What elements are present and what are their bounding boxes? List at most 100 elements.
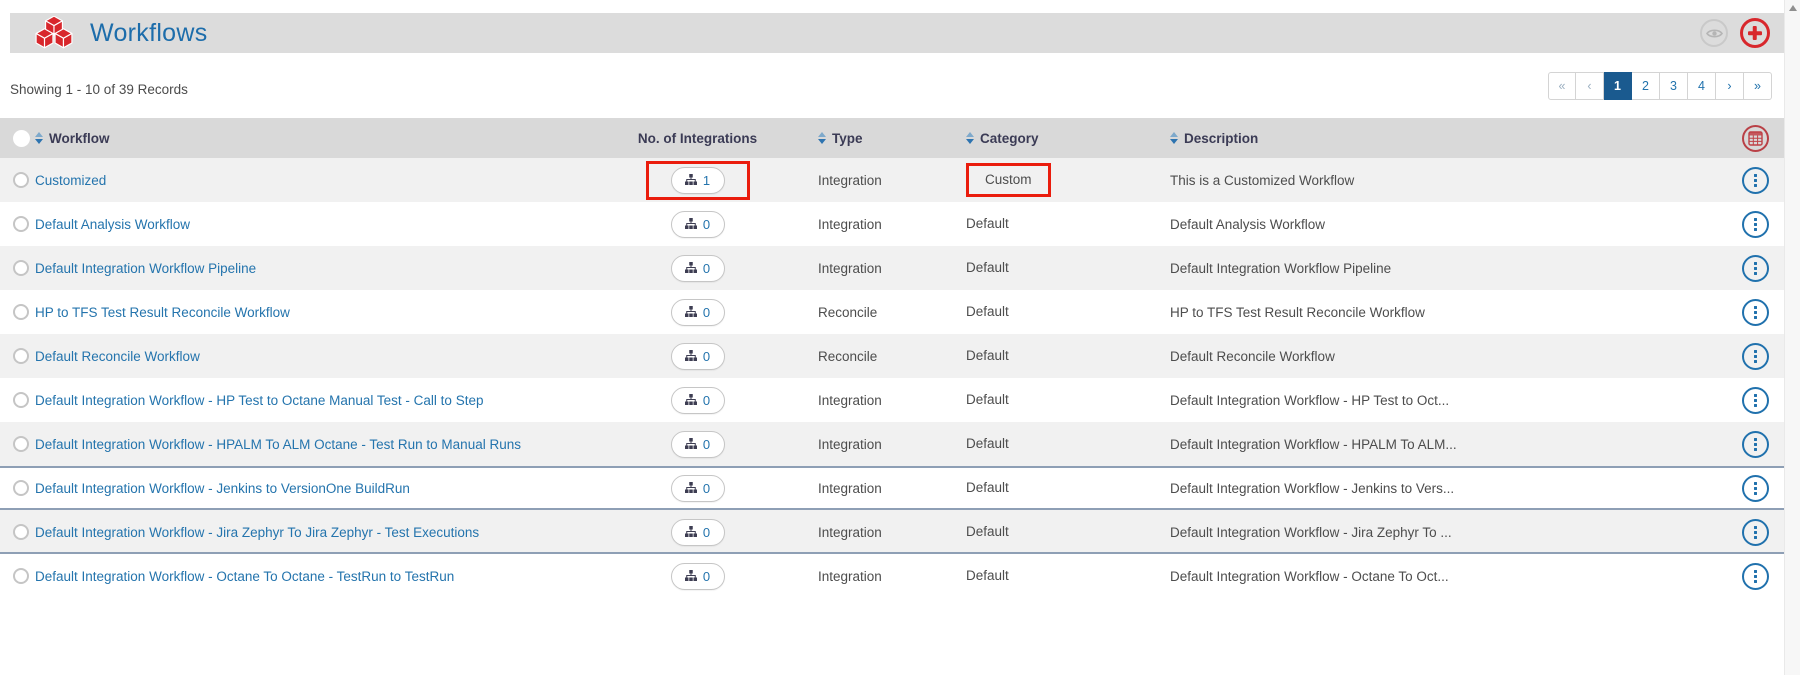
row-actions-kebab-icon[interactable]: [1742, 475, 1769, 502]
pagination-button[interactable]: ‹: [1576, 72, 1604, 100]
workflow-link[interactable]: Default Integration Workflow - HPALM To …: [35, 437, 521, 452]
row-actions-kebab-icon[interactable]: [1742, 255, 1769, 282]
table-row[interactable]: Default Integration Workflow - HP Test t…: [0, 378, 1784, 422]
workflow-link[interactable]: Customized: [35, 173, 106, 188]
column-chooser-icon[interactable]: [1742, 125, 1769, 152]
pagination-button[interactable]: »: [1744, 72, 1772, 100]
row-select-radio[interactable]: [13, 568, 29, 584]
workflows-table: Workflow No. of Integrations Type Catego…: [0, 118, 1784, 598]
integrations-count-badge[interactable]: 0: [671, 343, 725, 370]
table-row[interactable]: Default Reconcile Workflow 0 Reconcile: [0, 334, 1784, 378]
vertical-scrollbar[interactable]: [1784, 0, 1800, 675]
pagination-button[interactable]: ›: [1716, 72, 1744, 100]
sort-icon: [818, 132, 826, 144]
category-value: Default: [966, 216, 1009, 231]
category-value: Default: [966, 392, 1009, 407]
pagination-button[interactable]: 1: [1604, 72, 1632, 100]
column-header-description[interactable]: Description: [1120, 131, 1726, 146]
table-row[interactable]: Default Integration Workflow - Octane To…: [0, 554, 1784, 598]
workflow-link[interactable]: Default Integration Workflow - Jira Zeph…: [35, 525, 479, 540]
integrations-count-badge[interactable]: 0: [671, 431, 725, 458]
type-value: Integration: [818, 393, 882, 408]
table-header-row: Workflow No. of Integrations Type Catego…: [0, 118, 1784, 158]
category-value: Default: [966, 480, 1009, 495]
workflow-link[interactable]: Default Integration Workflow - Octane To…: [35, 569, 454, 584]
workflows-page: Workflows Showing 1 - 10 of 39 Records «…: [0, 0, 1800, 675]
integrations-highlight-box: 0: [671, 211, 725, 238]
integrations-count-badge[interactable]: 1: [671, 167, 725, 194]
description-value: Default Analysis Workflow: [1170, 217, 1325, 232]
row-select-radio[interactable]: [13, 480, 29, 496]
row-actions-kebab-icon[interactable]: [1742, 167, 1769, 194]
row-select-radio[interactable]: [13, 216, 29, 232]
integrations-count-badge[interactable]: 0: [671, 475, 725, 502]
description-value: Default Integration Workflow - Jenkins t…: [1170, 481, 1454, 496]
table-row[interactable]: Customized 1 Integration: [0, 158, 1784, 202]
row-select-radio[interactable]: [13, 260, 29, 276]
row-actions-kebab-icon[interactable]: [1742, 343, 1769, 370]
integrations-count-badge[interactable]: 0: [671, 299, 725, 326]
row-actions-kebab-icon[interactable]: [1742, 431, 1769, 458]
row-select-radio[interactable]: [13, 172, 29, 188]
category-highlight-box: Default: [966, 215, 1009, 233]
integrations-count-badge[interactable]: 0: [671, 387, 725, 414]
table-row[interactable]: HP to TFS Test Result Reconcile Workflow…: [0, 290, 1784, 334]
row-actions-kebab-icon[interactable]: [1742, 211, 1769, 238]
integrations-count-badge[interactable]: 0: [671, 563, 725, 590]
workflow-link[interactable]: Default Integration Workflow - HP Test t…: [35, 393, 483, 408]
description-value: Default Reconcile Workflow: [1170, 349, 1335, 364]
workflow-link[interactable]: Default Integration Workflow - Jenkins t…: [35, 481, 410, 496]
type-value: Integration: [818, 437, 882, 452]
workflow-link[interactable]: Default Reconcile Workflow: [35, 349, 200, 364]
table-row[interactable]: Default Integration Workflow Pipeline 0 …: [0, 246, 1784, 290]
sort-icon: [1170, 132, 1178, 144]
table-row[interactable]: Default Analysis Workflow 0 Integration: [0, 202, 1784, 246]
table-row[interactable]: Default Integration Workflow - HPALM To …: [0, 422, 1784, 466]
add-workflow-button[interactable]: [1740, 18, 1770, 48]
category-highlight-box: Default: [966, 567, 1009, 585]
column-header-type[interactable]: Type: [770, 131, 930, 146]
pagination-button[interactable]: 3: [1660, 72, 1688, 100]
integrations-highlight-box: 0: [671, 387, 725, 414]
column-header-category[interactable]: Category: [930, 131, 1120, 146]
integrations-count-badge[interactable]: 0: [671, 255, 725, 282]
row-actions-kebab-icon[interactable]: [1742, 519, 1769, 546]
table-row[interactable]: Default Integration Workflow - Jenkins t…: [0, 466, 1784, 510]
page-header: Workflows: [10, 13, 1784, 53]
description-value: Default Integration Workflow - HPALM To …: [1170, 437, 1457, 452]
integrations-count-badge[interactable]: 0: [671, 211, 725, 238]
page-title: Workflows: [90, 19, 208, 48]
integrations-highlight-box: 0: [671, 519, 725, 546]
sitemap-icon: [685, 350, 697, 362]
category-highlight-box: Custom: [966, 163, 1051, 197]
row-actions-kebab-icon[interactable]: [1742, 387, 1769, 414]
type-value: Integration: [818, 173, 882, 188]
workflow-link[interactable]: HP to TFS Test Result Reconcile Workflow: [35, 305, 290, 320]
integrations-count-badge[interactable]: 0: [671, 519, 725, 546]
integrations-highlight-box: 0: [671, 343, 725, 370]
sitemap-icon: [685, 306, 697, 318]
row-actions-kebab-icon[interactable]: [1742, 299, 1769, 326]
pagination-button[interactable]: 4: [1688, 72, 1716, 100]
eye-icon[interactable]: [1700, 19, 1728, 47]
category-highlight-box: Default: [966, 391, 1009, 409]
row-actions-kebab-icon[interactable]: [1742, 563, 1769, 590]
scroll-up-arrow-icon[interactable]: [1789, 5, 1797, 11]
sitemap-icon: [685, 570, 697, 582]
pagination-button[interactable]: 2: [1632, 72, 1660, 100]
header-actions: [1700, 18, 1770, 48]
workflow-link[interactable]: Default Analysis Workflow: [35, 217, 190, 232]
type-value: Integration: [818, 525, 882, 540]
row-select-radio[interactable]: [13, 392, 29, 408]
pagination-button[interactable]: «: [1548, 72, 1576, 100]
row-select-radio[interactable]: [13, 348, 29, 364]
row-select-radio[interactable]: [13, 304, 29, 320]
workflow-link[interactable]: Default Integration Workflow Pipeline: [35, 261, 256, 276]
table-row[interactable]: Default Integration Workflow - Jira Zeph…: [0, 510, 1784, 554]
row-select-radio[interactable]: [13, 524, 29, 540]
select-all-radio[interactable]: [13, 130, 30, 147]
column-header-workflow[interactable]: Workflow: [35, 131, 625, 146]
row-select-radio[interactable]: [13, 436, 29, 452]
integrations-highlight-box: 0: [671, 475, 725, 502]
category-value: Default: [966, 436, 1009, 451]
